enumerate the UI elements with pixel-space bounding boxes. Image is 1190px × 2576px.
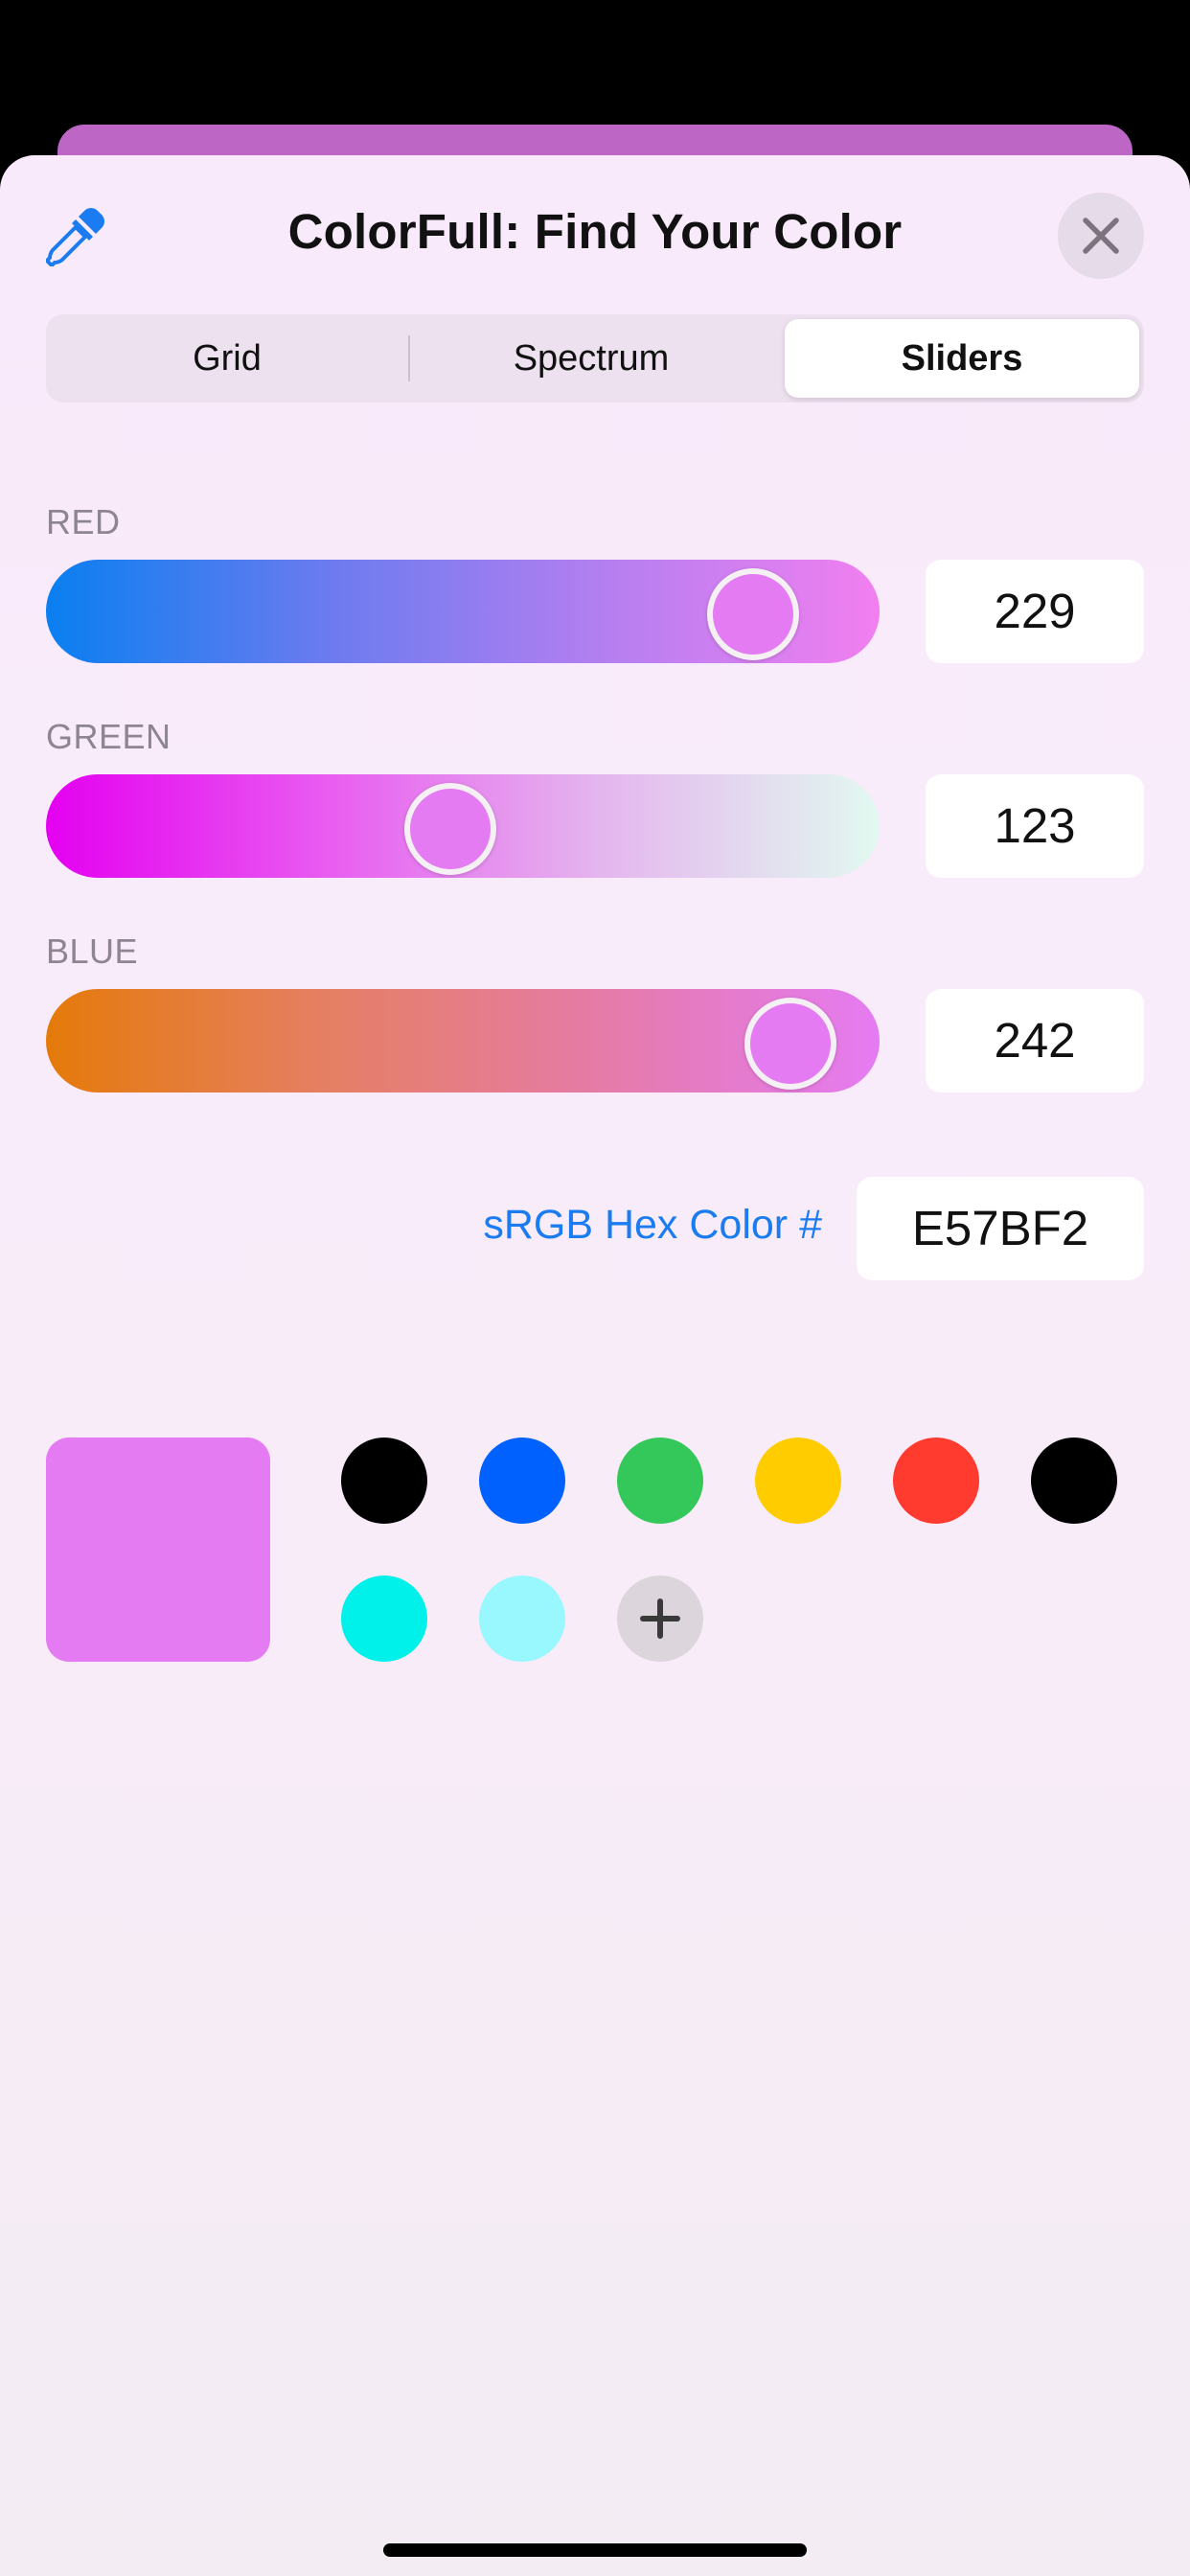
add-swatch-button[interactable] — [617, 1576, 703, 1662]
green-slider-track[interactable] — [46, 774, 880, 878]
green-label: GREEN — [46, 717, 172, 756]
swatch-black-2[interactable] — [1031, 1438, 1117, 1524]
red-value-field[interactable]: 229 — [926, 560, 1144, 663]
red-slider-track[interactable] — [46, 560, 880, 663]
blue-slider-track[interactable] — [46, 989, 880, 1092]
red-slider-thumb[interactable] — [707, 568, 800, 660]
hex-color-field[interactable]: E57BF2 — [857, 1177, 1144, 1280]
swatch-black[interactable] — [341, 1438, 427, 1524]
swatch-yellow[interactable] — [755, 1438, 841, 1524]
tab-grid[interactable]: Grid — [46, 314, 408, 402]
swatch-green[interactable] — [617, 1438, 703, 1524]
swatch-cyan[interactable] — [341, 1576, 427, 1662]
close-icon — [1083, 218, 1119, 254]
plus-icon — [640, 1598, 680, 1639]
header: ColorFull: Find Your Color — [0, 155, 1190, 309]
green-value-field[interactable]: 123 — [926, 774, 1144, 878]
close-button[interactable] — [1058, 193, 1144, 279]
hex-color-label: sRGB Hex Color # — [483, 1202, 822, 1248]
tab-sliders[interactable]: Sliders — [785, 319, 1139, 398]
blue-slider-thumb[interactable] — [744, 998, 837, 1090]
color-picker-sheet: ColorFull: Find Your Color Grid Spectrum… — [0, 155, 1190, 2576]
swatch-red[interactable] — [893, 1438, 979, 1524]
home-indicator — [383, 2543, 807, 2557]
mode-segmented-control: Grid Spectrum Sliders — [46, 314, 1144, 402]
current-color-preview — [46, 1438, 270, 1662]
blue-label: BLUE — [46, 932, 139, 971]
swatch-blue[interactable] — [479, 1438, 565, 1524]
tab-spectrum[interactable]: Spectrum — [410, 314, 772, 402]
page-title: ColorFull: Find Your Color — [287, 204, 903, 259]
red-label: RED — [46, 502, 121, 541]
green-slider-thumb[interactable] — [403, 783, 496, 875]
blue-value-field[interactable]: 242 — [926, 989, 1144, 1092]
swatch-light-cyan[interactable] — [479, 1576, 565, 1662]
